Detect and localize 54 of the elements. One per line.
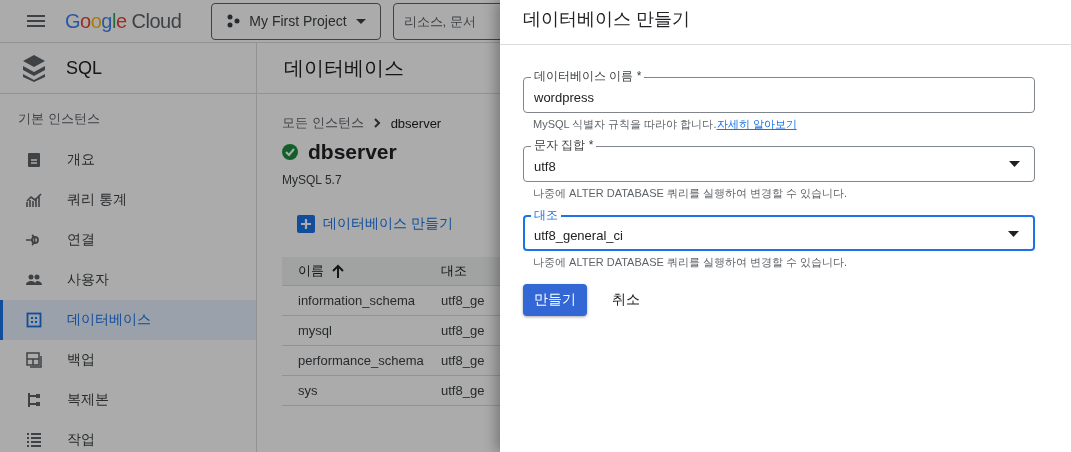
sidebar-item[interactable]: 복제본 — [0, 380, 256, 420]
create-button[interactable]: 만들기 — [523, 284, 587, 316]
chevron-icon — [373, 118, 381, 128]
tree-icon — [26, 392, 42, 408]
plus-icon — [297, 215, 315, 233]
field-label: 문자 집합 * — [531, 138, 597, 152]
logo[interactable]: Google Cloud — [65, 9, 182, 33]
helper-text: 나중에 ALTER DATABASE 쿼리를 실행하여 변경할 수 있습니다. — [532, 186, 849, 201]
product-title: SQL — [66, 57, 103, 79]
helper-text: 나중에 ALTER DATABASE 쿼리를 실행하여 변경할 수 있습니다. — [532, 255, 849, 270]
table-cell: information_schema — [298, 293, 416, 308]
table-cell: utf8_ge — [441, 383, 485, 398]
table-cell: utf8_ge — [441, 353, 485, 368]
caret-icon[interactable] — [1009, 161, 1020, 167]
instance-name: dbserver — [308, 140, 397, 164]
caret-icon — [355, 18, 366, 24]
table-cell: mysql — [298, 323, 332, 338]
list-icon — [26, 432, 42, 448]
sort-up-arrow-icon[interactable] — [332, 264, 344, 278]
check-circle-icon — [282, 144, 298, 160]
field-label: 대조 — [531, 208, 561, 222]
table-cell: utf8_ge — [441, 293, 485, 308]
panel-title: 데이터베이스 만들기 — [500, 0, 1071, 45]
version-text: MySQL 5.7 — [282, 173, 343, 187]
caret-icon[interactable] — [1008, 231, 1019, 237]
sidebar-item[interactable]: 개요 — [0, 140, 256, 180]
sidebar-item[interactable]: 쿼리 통계 — [0, 180, 256, 220]
document-icon — [26, 152, 42, 168]
dots-icon — [226, 14, 241, 28]
column-header[interactable]: 이름 — [298, 262, 324, 280]
helper-text: MySQL 식별자 규칙을 따라야 합니다.자세히 알아보기 — [532, 117, 798, 132]
chart-icon — [26, 192, 42, 208]
menu-icon[interactable] — [27, 15, 45, 27]
table-cell: utf8_ge — [441, 323, 485, 338]
breadcrumb-item[interactable]: 모든 인스턴스 — [282, 114, 364, 132]
breadcrumb-item: dbserver — [390, 115, 442, 131]
sidebar-item[interactable]: 사용자 — [0, 260, 256, 300]
learn-more-link[interactable]: 자세히 알아보기 — [716, 118, 797, 130]
project-selector[interactable]: My First Project — [211, 2, 381, 40]
table-cell: performance_schema — [298, 353, 424, 368]
field-label: 데이터베이스 이름 * — [531, 69, 645, 83]
section-label: 기본 인스턴스 — [17, 110, 101, 128]
backup-icon — [26, 352, 42, 368]
grid-icon — [26, 312, 42, 328]
stack-icon — [22, 54, 46, 82]
table-cell: sys — [298, 383, 318, 398]
sidebar-item[interactable]: 작업 — [0, 420, 256, 452]
cancel-button[interactable]: 취소 — [601, 284, 651, 316]
connection-icon — [26, 232, 42, 248]
column-header[interactable]: 대조 — [441, 263, 467, 278]
sidebar-item[interactable]: 연결 — [0, 220, 256, 260]
sidebar-item[interactable]: 백업 — [0, 340, 256, 380]
create-database-link[interactable]: 데이터베이스 만들기 — [297, 215, 453, 233]
users-icon — [26, 272, 42, 288]
